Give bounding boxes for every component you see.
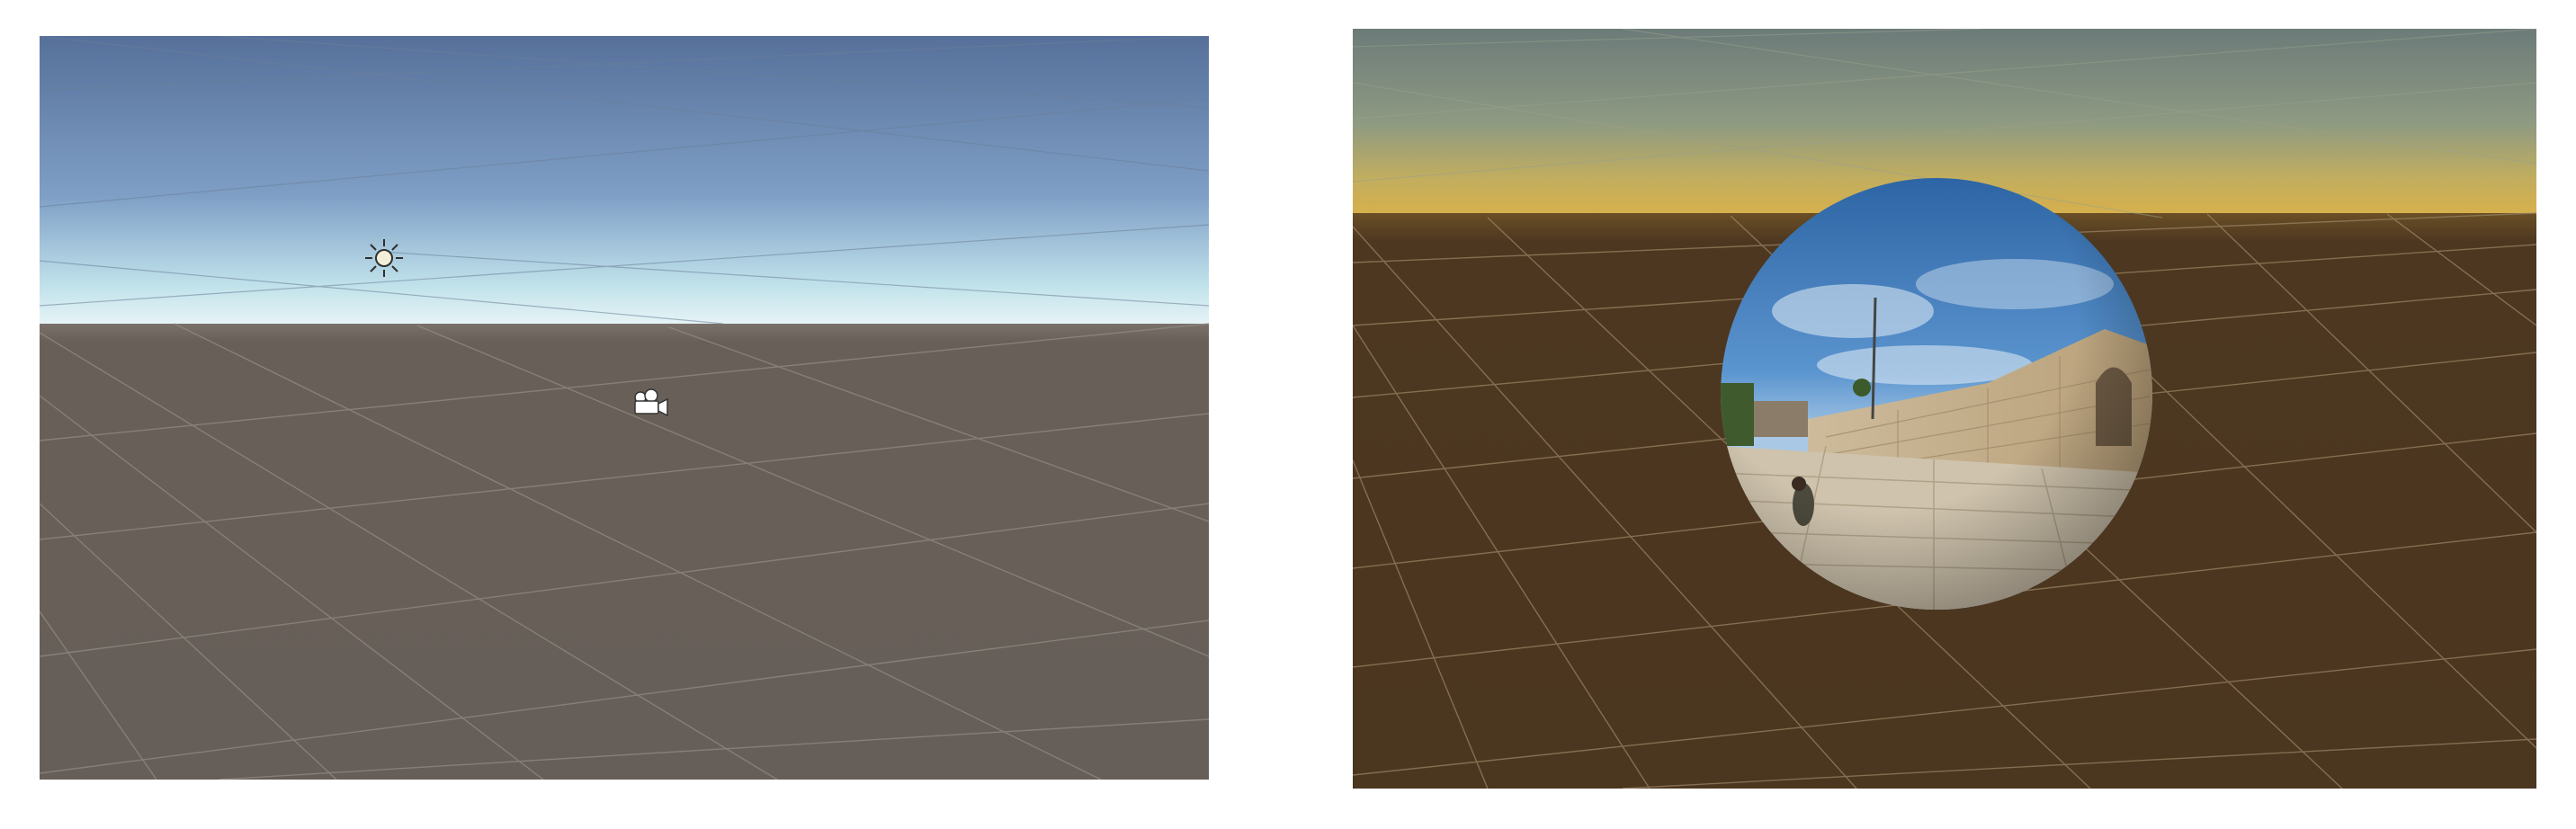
sky [40,36,1209,328]
camera-icon[interactable] [630,387,671,421]
sun-icon[interactable] [362,236,407,281]
ground-plane [40,324,1209,780]
scene-view-left[interactable] [40,36,1209,780]
scene-view-right[interactable] [1353,29,2536,789]
scene-background [40,36,1209,780]
panorama-sphere[interactable] [1718,176,2155,611]
